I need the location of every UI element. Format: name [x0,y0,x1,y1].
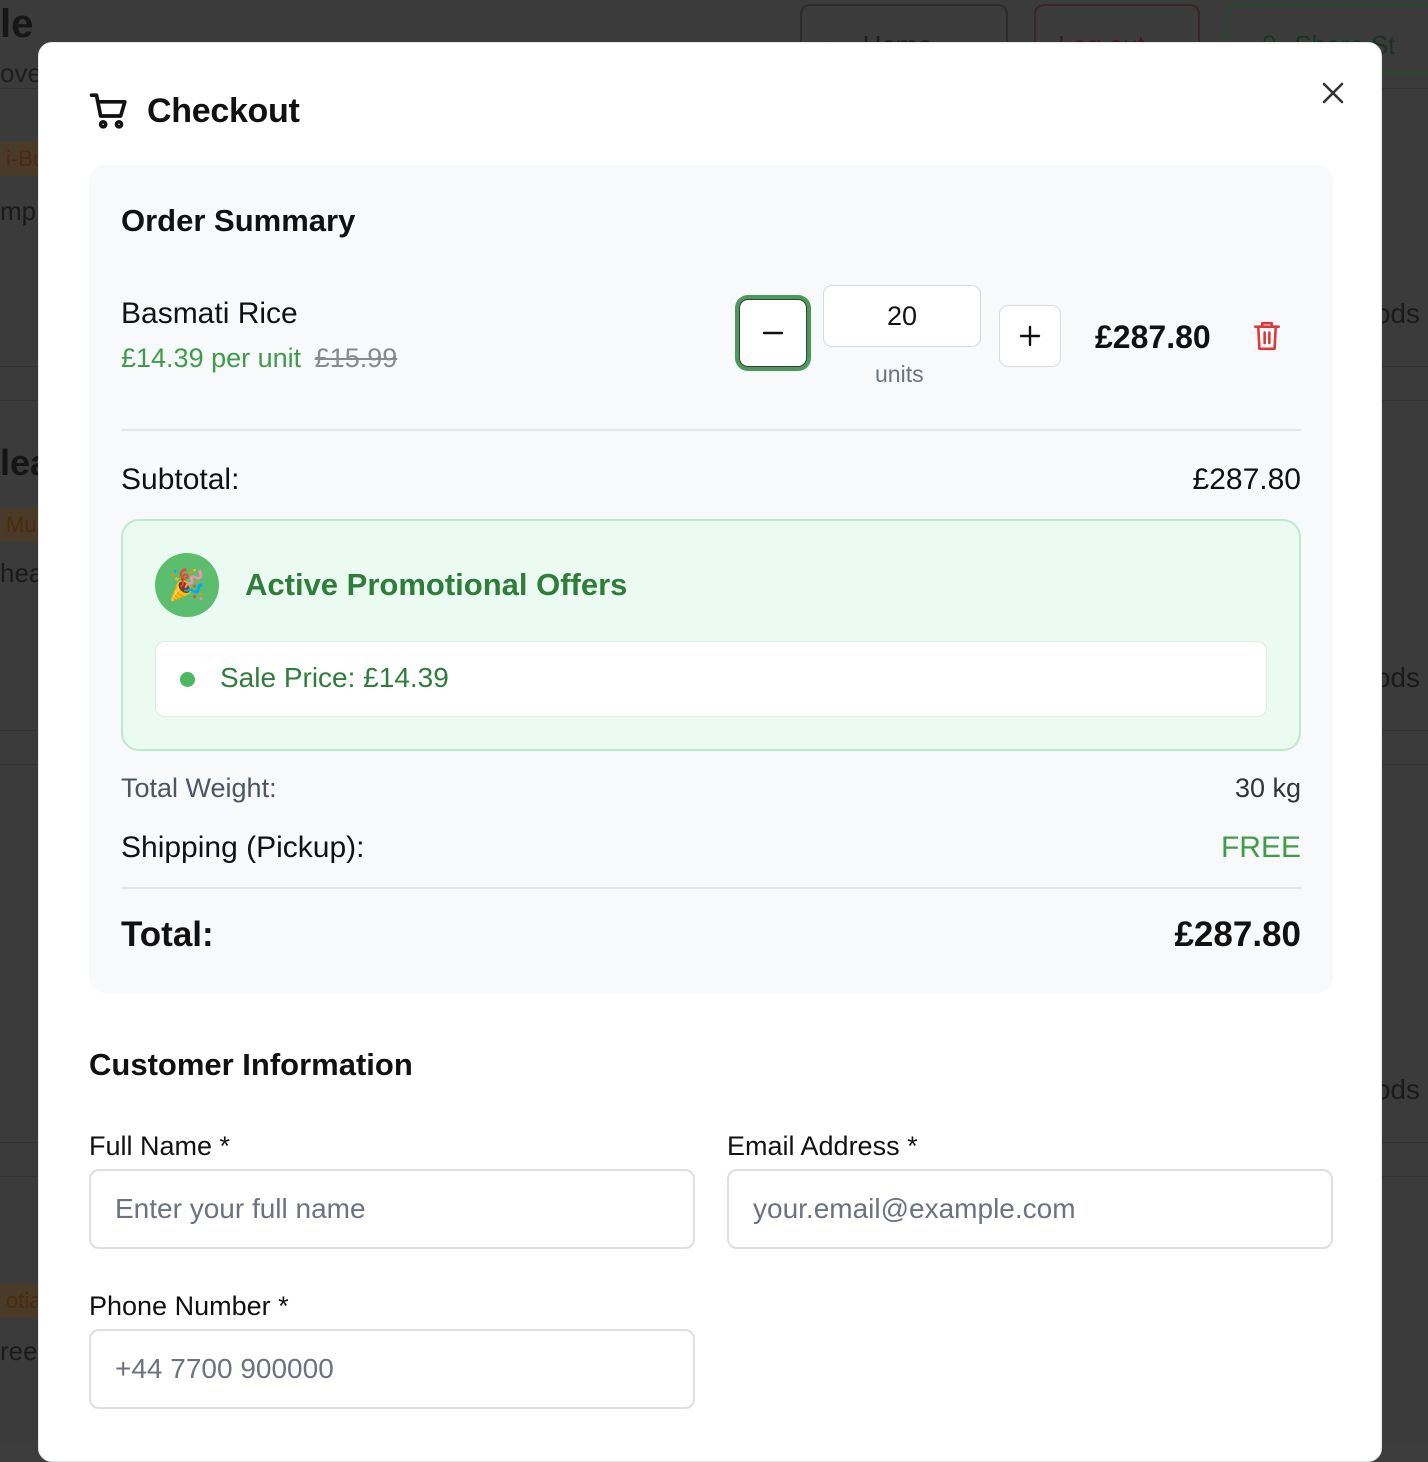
promo-title: Active Promotional Offers [245,567,628,602]
shipping-value: FREE [1220,831,1301,864]
bg-text: mp [0,196,37,226]
item-name: Basmati Rice [121,297,298,330]
party-popper-icon: 🎉 [155,553,219,617]
remove-item-button[interactable] [1253,319,1285,355]
promo-offers-panel: 🎉 Active Promotional Offers Sale Price: … [121,519,1301,751]
order-summary-title: Order Summary [121,203,356,238]
promo-offer-text: Sale Price: £14.39 [220,662,449,693]
phone-input[interactable] [89,1329,695,1409]
unit-price: £14.39 per unit [121,343,302,373]
close-icon [1322,82,1344,104]
customer-info-title: Customer Information [89,1047,413,1082]
close-button[interactable] [1317,73,1349,113]
divider [121,429,1301,431]
total-weight-label: Total Weight: [121,773,277,803]
subtotal-label: Subtotal: [121,463,240,496]
quantity-input[interactable] [823,285,981,347]
bullet-dot-icon [180,672,195,687]
bg-text: hea [0,558,44,588]
email-input[interactable] [727,1169,1333,1249]
promo-offer-item: Sale Price: £14.39 [155,641,1267,717]
original-price: £15.99 [314,343,398,373]
bg-text: ree [0,1336,38,1366]
modal-title: Checkout [147,91,300,130]
shipping-label: Shipping (Pickup): [121,831,365,864]
subtotal-value: £287.80 [1192,463,1301,496]
minus-icon [762,331,784,335]
item-line-total: £287.80 [1095,319,1211,355]
order-summary: Order Summary Basmati Rice £14.39 per un… [89,165,1333,993]
bg-tag: Mu [0,508,43,542]
full-name-input[interactable] [89,1169,695,1249]
shopping-cart-icon [89,93,127,129]
total-weight-value: 30 kg [1234,773,1301,803]
email-label: Email Address * [727,1131,918,1161]
modal-header: Checkout [89,91,300,131]
decrease-quantity-button[interactable] [739,299,807,367]
item-price: £14.39 per unit £15.99 [121,343,397,374]
bg-page-title: le [0,2,34,46]
divider [121,887,1301,889]
bg-page-subtitle: ove [0,58,42,88]
total-label: Total: [121,915,214,954]
checkout-modal: Checkout Order Summary Basmati Rice £14.… [38,42,1382,1462]
plus-icon [1019,325,1041,347]
quantity-unit-label: units [875,361,924,387]
phone-label: Phone Number * [89,1291,289,1321]
trash-icon [1254,321,1280,351]
increase-quantity-button[interactable] [999,305,1061,367]
total-value: £287.80 [1174,915,1301,954]
full-name-label: Full Name * [89,1131,231,1161]
